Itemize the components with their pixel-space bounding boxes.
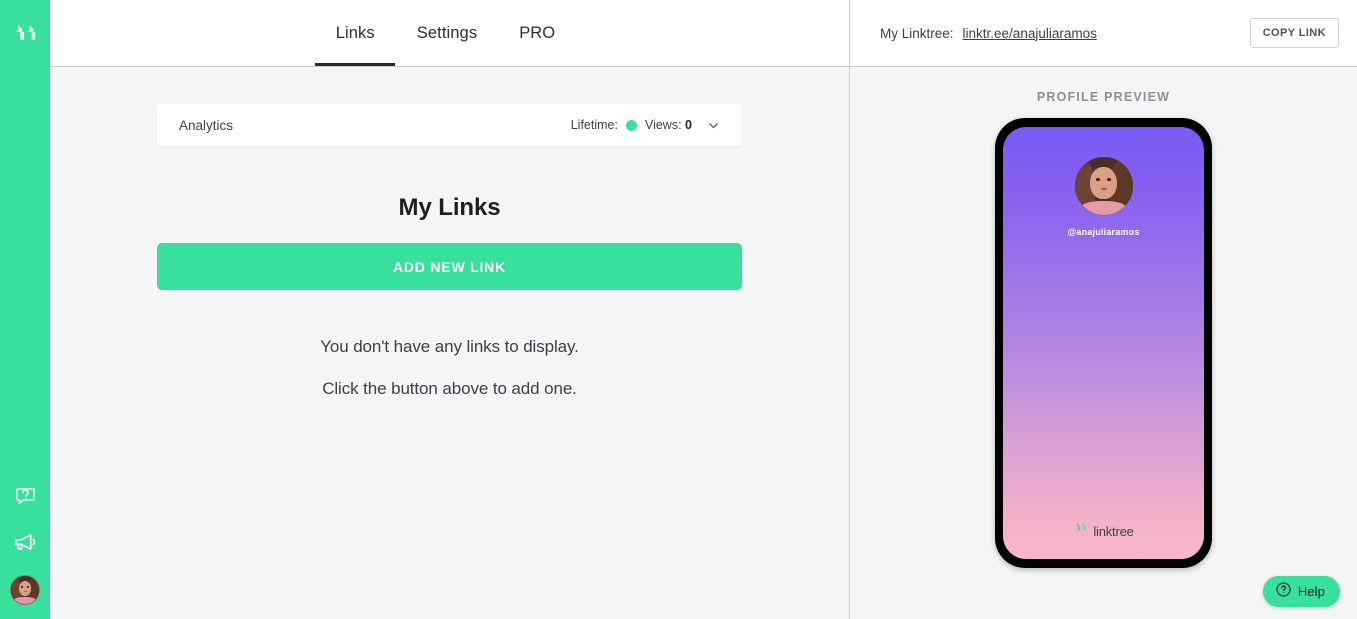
avatar-image	[11, 576, 39, 604]
analytics-title: Analytics	[179, 117, 234, 133]
primary-nav-header: Links Settings PRO	[50, 0, 849, 67]
profile-preview-title: PROFILE PREVIEW	[1036, 90, 1171, 104]
links-content: Analytics Lifetime: Views: 0 My Links AD…	[50, 67, 849, 619]
sidebar-bottom-group	[0, 483, 50, 605]
linktree-logo-icon[interactable]	[8, 19, 42, 53]
preview-panel-header: My Linktree: linktr.ee/anajuliaramos COP…	[850, 0, 1357, 67]
left-nav-sidebar	[0, 0, 50, 619]
question-circle-icon	[1275, 581, 1292, 603]
my-linktree-label: My Linktree:	[880, 25, 954, 41]
tab-settings-label: Settings	[416, 23, 478, 42]
preview-footer: linktree	[1003, 521, 1204, 541]
megaphone-icon[interactable]	[12, 529, 38, 555]
status-dot-icon	[625, 119, 637, 131]
analytics-stats: Lifetime: Views: 0	[571, 118, 720, 132]
tab-links-label: Links	[335, 23, 375, 42]
empty-state-line-1: You don't have any links to display.	[320, 337, 579, 356]
tab-pro[interactable]: PRO	[498, 0, 576, 66]
linktree-url-link[interactable]: linktr.ee/anajuliaramos	[963, 26, 1097, 41]
analytics-views: Views: 0	[645, 118, 692, 132]
avatar[interactable]	[10, 575, 40, 605]
analytics-summary-bar[interactable]: Analytics Lifetime: Views: 0	[157, 104, 742, 146]
tab-pro-label: PRO	[519, 23, 556, 42]
preview-footer-brand: linktree	[1093, 523, 1134, 539]
preview-avatar-image	[1074, 157, 1133, 215]
tab-links[interactable]: Links	[314, 0, 396, 66]
chevron-down-icon[interactable]	[707, 119, 720, 132]
preview-avatar	[1074, 157, 1133, 215]
help-button[interactable]: Help	[1262, 576, 1340, 607]
help-button-label: Help	[1297, 584, 1325, 599]
phone-mockup: @anajuliaramos linktree	[995, 118, 1212, 568]
links-panel: Links Settings PRO Analytics Lifetime: V…	[50, 0, 849, 619]
add-new-link-button[interactable]: ADD NEW LINK	[157, 243, 742, 290]
analytics-views-label: Views:	[644, 118, 682, 132]
linktree-logo-icon	[1073, 521, 1088, 541]
app-root: Links Settings PRO Analytics Lifetime: V…	[0, 0, 1357, 619]
tab-bar: Links Settings PRO	[314, 0, 577, 66]
analytics-period-label: Lifetime:	[570, 118, 618, 132]
tab-settings[interactable]: Settings	[396, 0, 498, 66]
preview-panel: My Linktree: linktr.ee/anajuliaramos COP…	[849, 0, 1357, 619]
preview-handle: @anajuliaramos	[1067, 227, 1140, 237]
copy-link-button[interactable]: COPY LINK	[1249, 18, 1339, 48]
phone-screen: @anajuliaramos linktree	[1003, 127, 1204, 559]
analytics-views-value: 0	[685, 118, 692, 132]
empty-state-line-2: Click the button above to add one.	[322, 379, 577, 398]
question-speech-bubble-icon[interactable]	[12, 483, 38, 509]
page-title: My Links	[398, 194, 501, 221]
